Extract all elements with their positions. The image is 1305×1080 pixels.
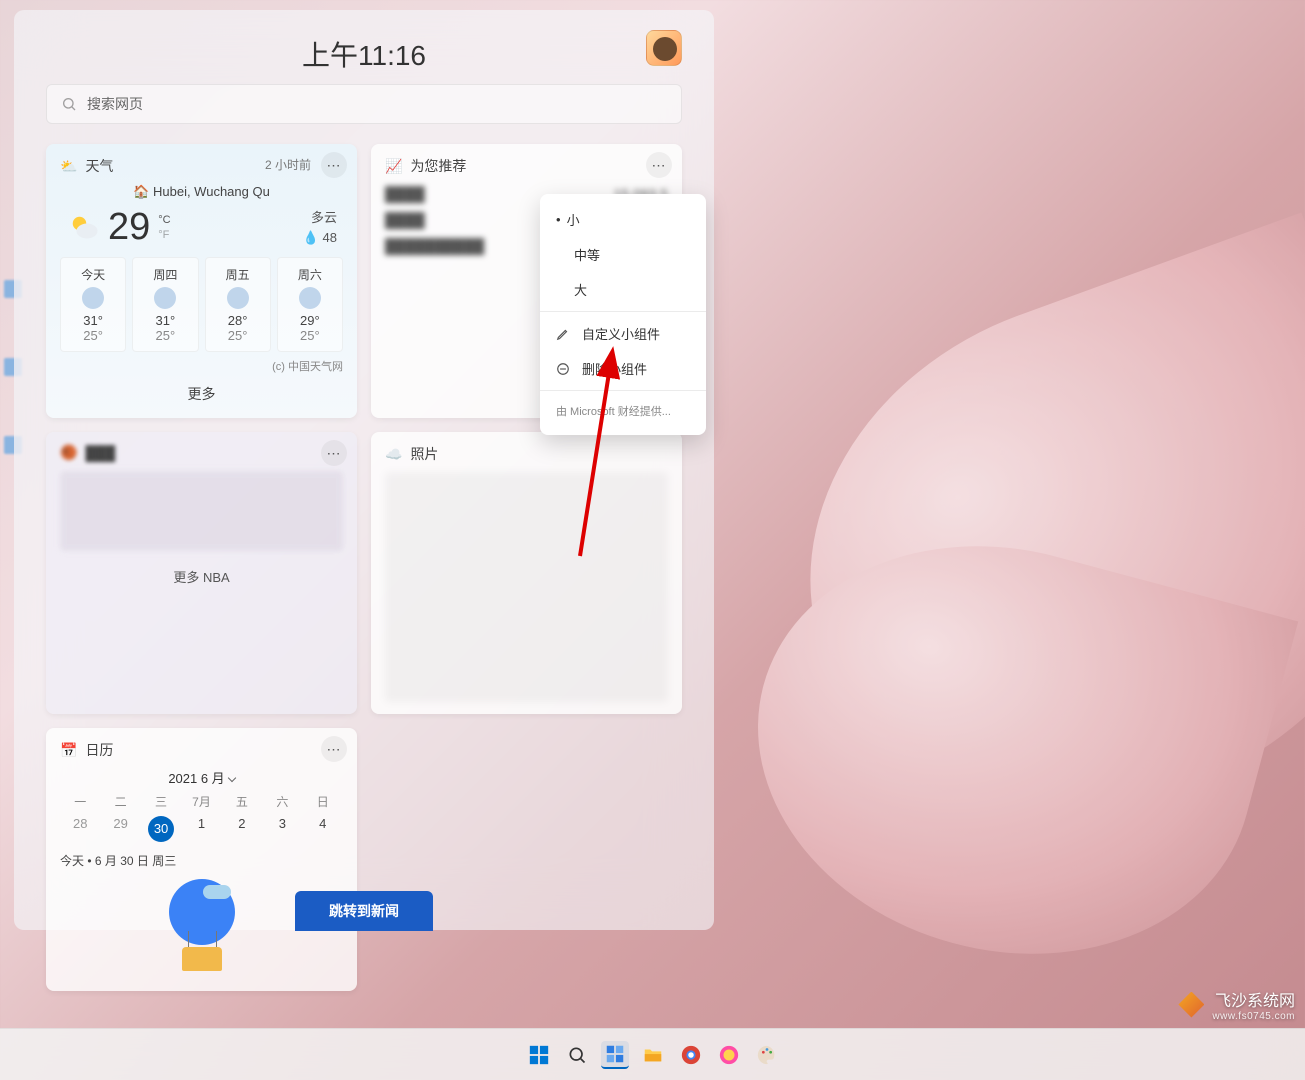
calendar-month[interactable]: 2021 6 月 [60, 768, 343, 787]
menu-footer: 由 Microsoft 财经提供... [540, 395, 706, 427]
sports-content [60, 471, 343, 551]
calendar-weekday: 五 [222, 793, 262, 810]
calendar-day[interactable]: 30 [141, 816, 181, 842]
pencil-icon [556, 327, 570, 341]
watermark-title: 飞沙系统网 [1212, 987, 1295, 1011]
calendar-day[interactable]: 4 [303, 816, 343, 842]
stocks-more-button[interactable]: ⋯ [646, 152, 672, 178]
menu-divider [540, 311, 706, 312]
photos-widget[interactable]: ☁️ 照片 [371, 432, 682, 714]
sports-widget[interactable]: 🏀 ███ ⋯ 更多 NBA [46, 432, 357, 714]
taskbar-paint[interactable] [753, 1041, 781, 1069]
search-icon [61, 96, 77, 112]
calendar-weekday: 日 [303, 793, 343, 810]
stocks-title: 为您推荐 [410, 156, 466, 176]
calendar-day[interactable]: 1 [181, 816, 221, 842]
news-button[interactable]: 跳转到新闻 [295, 891, 433, 931]
chevron-down-icon [227, 774, 235, 782]
calendar-day[interactable]: 29 [100, 816, 140, 842]
panel-header: 上午11:16 [46, 24, 682, 84]
search-input[interactable]: 搜索网页 [46, 84, 682, 124]
calendar-day[interactable]: 2 [222, 816, 262, 842]
start-button[interactable] [525, 1041, 553, 1069]
menu-size-medium[interactable]: 中等 [540, 237, 706, 272]
weather-timestamp: 2 小时前 [265, 156, 311, 173]
calendar-widget[interactable]: 📅 日历 ⋯ 2021 6 月 一二三7月五六日 2829301234 今天 • … [46, 728, 357, 991]
weather-title: 天气 [85, 156, 113, 176]
current-temp: 29 [108, 206, 150, 249]
photos-title: 照片 [410, 444, 438, 464]
taskbar-search[interactable] [563, 1041, 591, 1069]
calendar-weekday: 六 [262, 793, 302, 810]
forecast-day[interactable]: 周四31°25° [132, 257, 198, 352]
forecast-row: 今天31°25°周四31°25°周五28°25°周六29°25° [60, 257, 343, 352]
balloon-illustration [162, 879, 242, 979]
calendar-title: 日历 [85, 740, 113, 760]
sports-more-link[interactable]: 更多 NBA [60, 561, 343, 586]
stocks-icon: 📈 [385, 158, 402, 175]
search-placeholder: 搜索网页 [87, 94, 143, 114]
weather-more-link[interactable]: 更多 [60, 374, 343, 406]
photos-content [385, 472, 668, 702]
weather-humidity: 💧 48 [303, 228, 337, 248]
menu-remove[interactable]: 删除小组件 [540, 351, 706, 386]
forecast-day[interactable]: 今天31°25° [60, 257, 126, 352]
taskbar-widgets[interactable] [601, 1041, 629, 1069]
weather-widget[interactable]: ⛅ 天气 2 小时前 ⋯ 🏠 Hubei, Wuchang Qu 29 °C°F… [46, 144, 357, 418]
sports-title: ███ [85, 445, 115, 461]
watermark-url: www.fs0745.com [1212, 1011, 1295, 1022]
calendar-more-button[interactable]: ⋯ [321, 736, 347, 762]
menu-size-large[interactable]: 大 [540, 272, 706, 307]
calendar-today-label: 今天 • 6 月 30 日 周三 [60, 852, 343, 869]
weather-condition: 多云 [303, 208, 337, 228]
calendar-icon: 📅 [60, 742, 77, 759]
sun-cloud-icon [66, 210, 102, 246]
menu-customize[interactable]: 自定义小组件 [540, 316, 706, 351]
forecast-day[interactable]: 周五28°25° [205, 257, 271, 352]
taskbar [0, 1028, 1305, 1080]
calendar-day[interactable]: 28 [60, 816, 100, 842]
calendar-weekday: 一 [60, 793, 100, 810]
weather-location: 🏠 Hubei, Wuchang Qu [60, 184, 343, 200]
sports-more-button[interactable]: ⋯ [321, 440, 347, 466]
panel-time: 上午11:16 [302, 34, 426, 74]
temp-unit: °C°F [158, 213, 170, 242]
calendar-grid: 一二三7月五六日 2829301234 [60, 793, 343, 842]
weather-more-button[interactable]: ⋯ [321, 152, 347, 178]
calendar-weekday: 三 [141, 793, 181, 810]
weather-source: (c) 中国天气网 [60, 358, 343, 374]
sports-icon: 🏀 [60, 444, 77, 461]
taskbar-chrome[interactable] [677, 1041, 705, 1069]
calendar-weekday: 7月 [181, 793, 221, 810]
watermark-logo-icon [1178, 992, 1204, 1018]
calendar-weekday: 二 [100, 793, 140, 810]
watermark: 飞沙系统网 www.fs0745.com [1178, 987, 1295, 1022]
weather-icon: ⛅ [60, 158, 77, 175]
calendar-day[interactable]: 3 [262, 816, 302, 842]
user-avatar[interactable] [646, 30, 682, 66]
remove-icon [556, 362, 570, 376]
taskbar-browser[interactable] [715, 1041, 743, 1069]
menu-size-small[interactable]: 小 [540, 202, 706, 237]
widgets-panel: 上午11:16 搜索网页 ⛅ 天气 2 小时前 ⋯ 🏠 Hubei, Wucha… [14, 10, 714, 930]
menu-divider [540, 390, 706, 391]
taskbar-explorer[interactable] [639, 1041, 667, 1069]
forecast-day[interactable]: 周六29°25° [277, 257, 343, 352]
onedrive-icon: ☁️ [385, 446, 402, 463]
weather-now: 29 °C°F 多云 💧 48 [60, 206, 343, 257]
widget-context-menu: 小 中等 大 自定义小组件 删除小组件 由 Microsoft 财经提供... [540, 194, 706, 435]
